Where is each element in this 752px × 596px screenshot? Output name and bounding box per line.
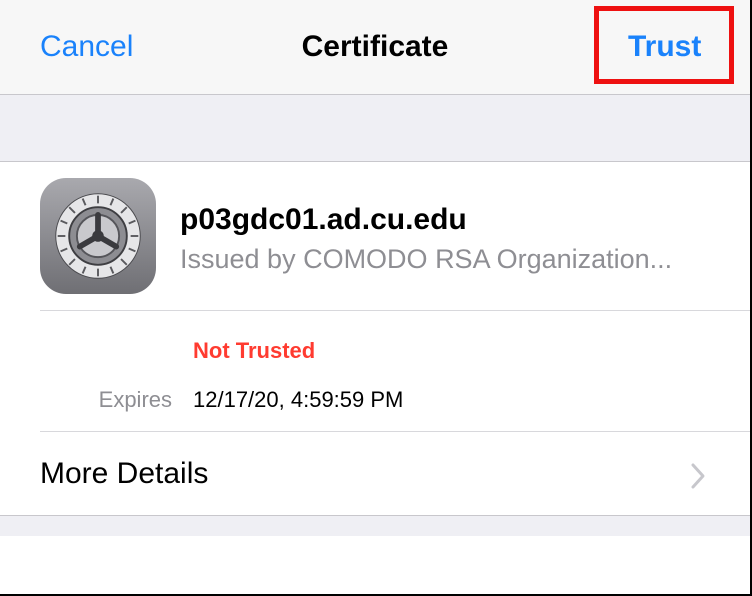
chevron-right-icon (690, 462, 706, 495)
trust-status-label: Not Trusted (193, 338, 316, 363)
divider (40, 310, 750, 311)
certificate-issuer: Issued by COMODO RSA Organization... (180, 244, 673, 274)
certificate-screen: Cancel Certificate Trust p03gdc01.ad.cu.… (0, 0, 752, 596)
more-details-label: More Details (40, 457, 209, 490)
expires-label: Expires (98, 387, 172, 412)
section-header-spacer (0, 95, 750, 162)
section-footer-spacer (0, 515, 750, 536)
settings-gear-icon (40, 178, 156, 294)
expires-value: 12/17/20, 4:59:59 PM (193, 387, 404, 412)
trust-button[interactable]: Trust (628, 30, 701, 64)
cancel-button[interactable]: Cancel (40, 30, 133, 64)
navigation-bar: Cancel Certificate Trust (0, 0, 750, 95)
certificate-name: p03gdc01.ad.cu.edu (180, 203, 467, 236)
more-details-row[interactable]: More Details (0, 432, 750, 515)
